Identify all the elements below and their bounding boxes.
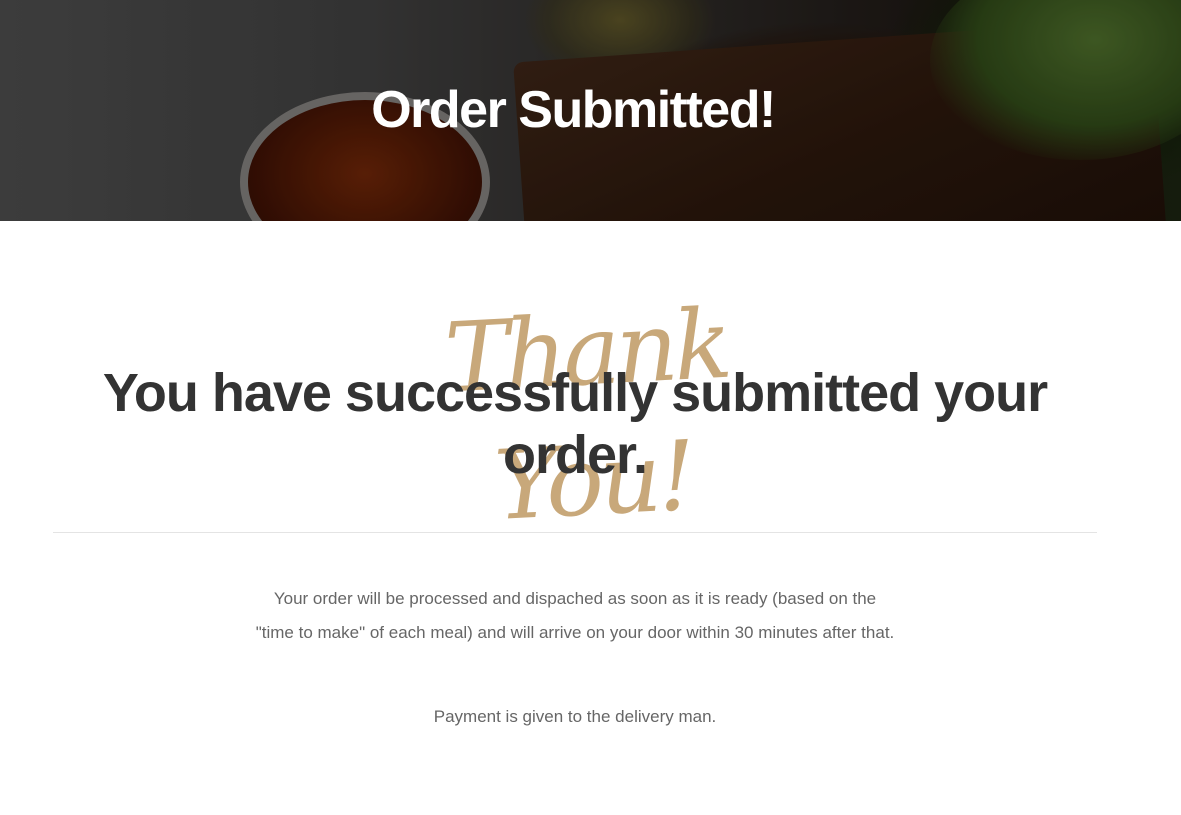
order-info-text: Your order will be processed and dispach… [255, 589, 895, 642]
confirmation-heading: You have successfully submitted your ord… [102, 363, 1048, 485]
hero-banner: Order Submitted! [0, 0, 1181, 221]
page-title: Order Submitted! [371, 81, 776, 139]
payment-info-text: Payment is given to the delivery man. [433, 707, 717, 726]
divider [53, 532, 1097, 533]
